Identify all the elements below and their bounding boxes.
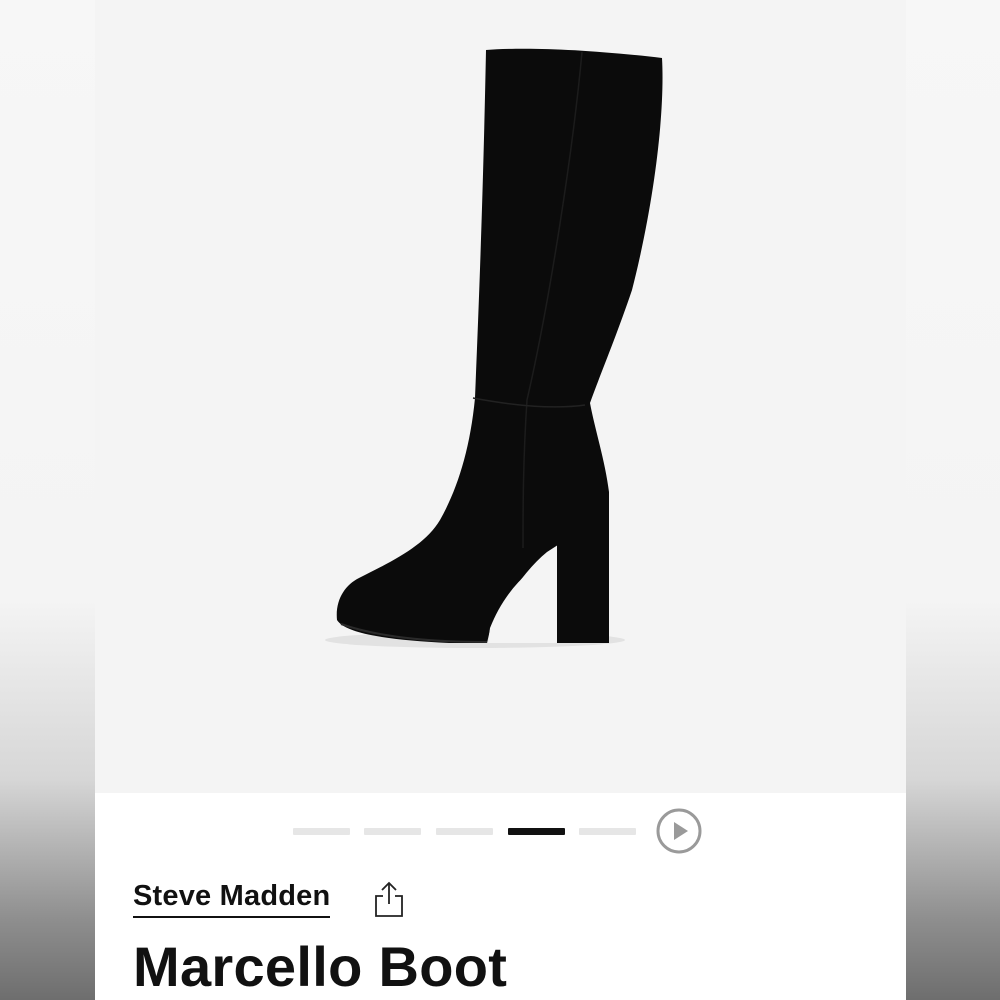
- brand-link[interactable]: Steve Madden: [133, 880, 331, 918]
- slide-indicator-5[interactable]: [579, 828, 636, 835]
- product-title: Marcello Boot: [133, 935, 508, 998]
- product-image[interactable]: [95, 0, 906, 793]
- play-video-button[interactable]: [656, 808, 702, 854]
- boot-illustration: [325, 48, 663, 648]
- product-panel: Steve Madden Marcello Boot: [95, 0, 906, 1000]
- share-icon: [375, 881, 403, 917]
- slide-indicator-4[interactable]: [508, 828, 565, 835]
- play-circle-icon: [656, 808, 702, 854]
- share-button[interactable]: [372, 880, 406, 918]
- right-backdrop: [906, 0, 1000, 1000]
- slide-indicator-1[interactable]: [293, 828, 350, 835]
- slide-indicator-2[interactable]: [364, 828, 421, 835]
- gallery-indicators: [95, 808, 906, 854]
- slide-indicator-3[interactable]: [436, 828, 493, 835]
- left-backdrop: [0, 0, 95, 1000]
